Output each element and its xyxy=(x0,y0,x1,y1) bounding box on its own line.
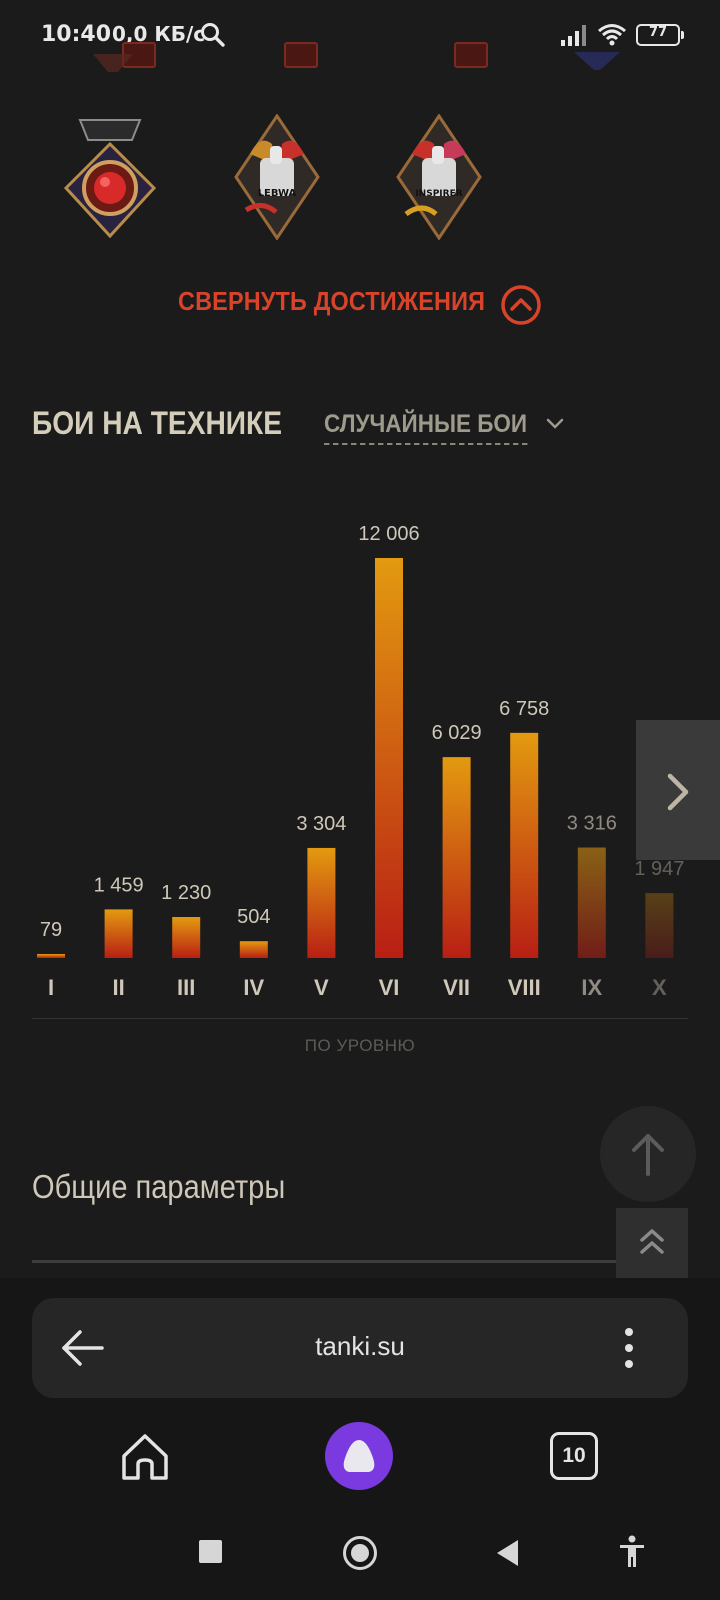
home-icon[interactable] xyxy=(118,1430,172,1484)
more-vertical-icon[interactable] xyxy=(614,1326,644,1370)
chart-svg: 79 I 1 459 II 1 230 III 504 IV 3 304 V 12 006 VI 6 0… xyxy=(37,523,684,1000)
chart-value-label: 6 029 xyxy=(432,722,482,744)
home-system-icon[interactable] xyxy=(343,1536,377,1570)
svg-text:LEBWA: LEBWA xyxy=(258,188,297,199)
chart-axis-line xyxy=(32,1018,688,1019)
general-params-title: Общие параметры xyxy=(32,1168,286,1205)
collapse-achievements-link[interactable]: СВЕРНУТЬ ДОСТИЖЕНИЯ xyxy=(178,285,541,325)
medal-round-icon[interactable] xyxy=(62,118,158,242)
chart-bar xyxy=(37,954,65,958)
arrow-up-icon xyxy=(632,1134,664,1176)
section-title-vehicle-battles: БОИ НА ТЕХНИКЕ xyxy=(32,405,283,441)
tabs-count: 10 xyxy=(562,1444,586,1467)
double-chevron-up-icon xyxy=(640,1229,664,1254)
scroll-up-tab[interactable] xyxy=(616,1208,688,1278)
chart-tick-label: II xyxy=(112,975,124,1000)
chart-tick-label: VI xyxy=(379,975,400,1000)
chart-bar xyxy=(442,757,471,958)
url-bar[interactable]: tanki.su xyxy=(32,1298,688,1398)
chart-bar xyxy=(510,732,539,958)
chart-value-label: 79 xyxy=(40,919,62,941)
alice-icon xyxy=(343,1440,375,1472)
chart-tick-label: III xyxy=(177,975,195,1000)
alice-assistant-button[interactable] xyxy=(325,1422,393,1490)
chart-bar xyxy=(307,847,336,958)
medal-lebwa-icon[interactable]: LEBWA xyxy=(232,114,322,240)
battle-type-dropdown[interactable]: СЛУЧАЙНЫЕ БОИ xyxy=(324,410,564,445)
chart-value-label: 1 230 xyxy=(161,882,211,904)
chart-bar xyxy=(172,917,201,958)
chart-value-label: 1 459 xyxy=(94,874,144,896)
signal-icon xyxy=(561,25,586,46)
chart-tick-label: IV xyxy=(243,975,264,1000)
chart-value-label: 3 304 xyxy=(296,813,346,835)
chevron-down-icon xyxy=(546,418,564,429)
recent-apps-icon[interactable] xyxy=(199,1540,222,1563)
back-triangle-icon[interactable] xyxy=(494,1538,520,1568)
svg-text:INSPIRER: INSPIRER xyxy=(415,189,462,199)
accessibility-icon[interactable] xyxy=(618,1535,646,1569)
chart-tick-label: IX xyxy=(581,975,602,1000)
url-text: tanki.su xyxy=(315,1331,405,1361)
battles-by-tier-chart: 79 I 1 459 II 1 230 III 504 IV 3 304 V 12 006 VI 6 0… xyxy=(0,500,720,1000)
chevron-up-circle-icon xyxy=(501,285,541,325)
medal-icon xyxy=(574,52,620,70)
medal-count-badge xyxy=(284,42,318,68)
chart-next-button[interactable] xyxy=(636,720,720,860)
collapse-achievements-label: СВЕРНУТЬ ДОСТИЖЕНИЯ xyxy=(178,286,486,316)
chart-value-label: 6 758 xyxy=(499,698,549,720)
chart-tick-label: X xyxy=(652,975,667,1000)
medal-count-badge xyxy=(454,42,488,68)
chart-tick-label: I xyxy=(48,975,54,1000)
chart-tick-label: VII xyxy=(443,975,470,1000)
chart-value-label: 3 316 xyxy=(567,813,617,835)
chart-tick-label: VIII xyxy=(508,975,541,1000)
chart-x-axis-label: ПО УРОВНЮ xyxy=(304,1036,416,1055)
battle-type-selected: СЛУЧАЙНЫЕ БОИ xyxy=(324,410,528,445)
chart-value-label: 504 xyxy=(237,906,270,928)
chart-value-label: 1 947 xyxy=(634,858,684,880)
chart-bar xyxy=(104,909,133,958)
scroll-to-top-button[interactable] xyxy=(600,1106,696,1202)
chevron-right-icon xyxy=(667,773,689,811)
divider xyxy=(32,1260,688,1263)
chart-value-label: 12 006 xyxy=(358,523,419,545)
chart-tick-label: V xyxy=(314,975,329,1000)
chart-bar xyxy=(375,558,403,958)
chart-bar xyxy=(577,847,606,958)
battery-level: 77 xyxy=(648,25,668,40)
chart-bar xyxy=(645,893,674,958)
tabs-button[interactable]: 10 xyxy=(550,1432,598,1480)
medal-inspirer-icon[interactable]: INSPIRER xyxy=(394,114,484,240)
status-time: 10:40 xyxy=(41,22,112,47)
battery-icon: 77 xyxy=(636,24,684,46)
wifi-icon xyxy=(598,24,626,46)
search-icon xyxy=(201,23,225,47)
medal-icon xyxy=(93,54,133,72)
chart-bar xyxy=(239,941,268,958)
